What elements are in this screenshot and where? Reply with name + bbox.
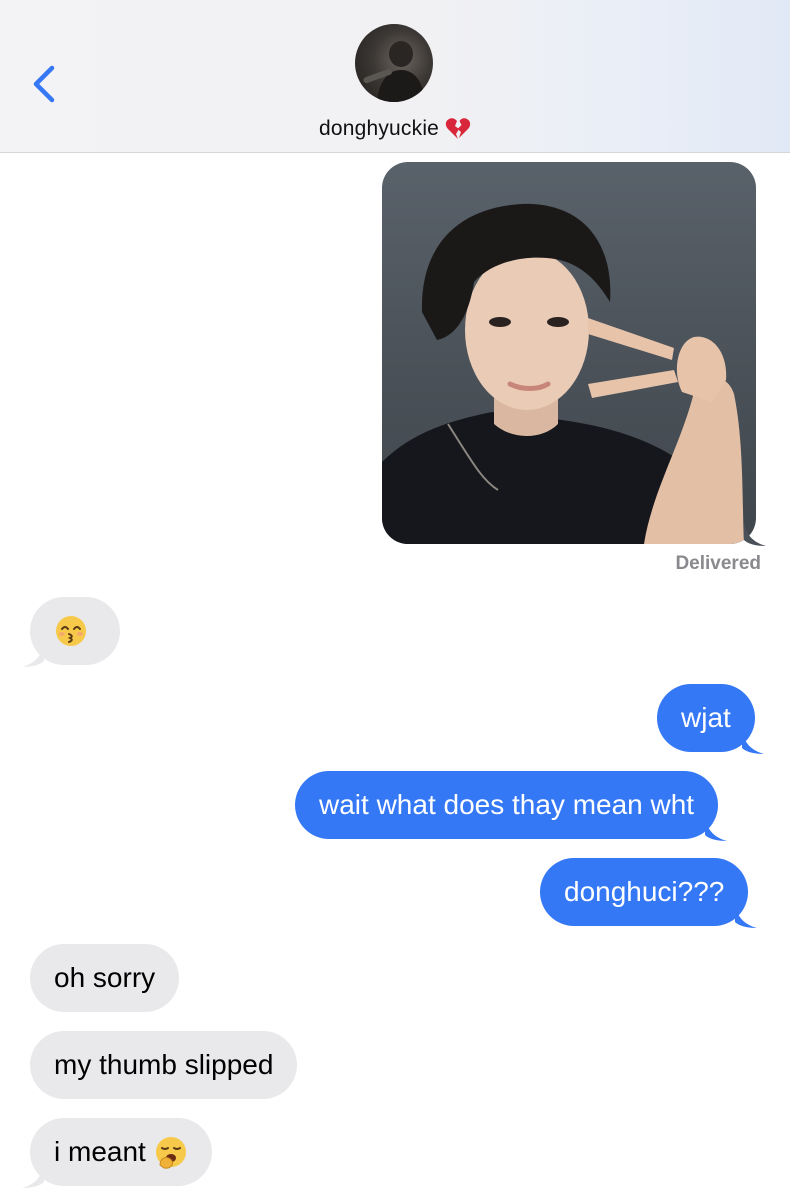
contact-name: donghyuckie <box>318 117 440 140</box>
kissing-smiling-eyes-emoji <box>54 614 88 648</box>
received-message[interactable]: i meant <box>22 1118 212 1188</box>
sent-photo-message[interactable] <box>382 162 766 546</box>
selfie-photo <box>382 162 756 544</box>
avatar-photo <box>363 41 425 102</box>
message-text: i meant <box>54 1136 146 1167</box>
back-button[interactable] <box>26 60 66 108</box>
bubble-tail <box>735 904 758 928</box>
bubble-tail <box>22 1164 44 1188</box>
sent-message[interactable]: wait what does thay mean wht <box>295 771 728 841</box>
message-text: my thumb slipped <box>54 1049 274 1080</box>
received-message[interactable]: oh sorry <box>30 944 180 1012</box>
bubble-tail <box>22 643 44 667</box>
conversation-header: donghyuckie <box>0 0 790 153</box>
sent-message[interactable]: donghuci??? <box>540 858 758 928</box>
bubble-tail <box>705 817 728 841</box>
message-text: donghuci??? <box>564 876 725 907</box>
yawning-face-emoji <box>154 1135 188 1169</box>
bubble-tail <box>744 522 766 546</box>
received-message-emoji[interactable] <box>22 597 120 667</box>
sent-message[interactable]: wjat <box>657 684 764 754</box>
bubble-tail <box>741 730 764 754</box>
message-text: wait what does thay mean wht <box>319 789 695 820</box>
chevron-left-icon <box>33 65 55 103</box>
contact-title[interactable]: donghyuckie <box>0 114 790 144</box>
message-text: oh sorry <box>54 962 156 993</box>
received-message[interactable]: my thumb slipped <box>30 1031 298 1099</box>
message-text: wjat <box>681 702 731 733</box>
contact-avatar[interactable] <box>355 24 433 102</box>
delivery-status: Delivered <box>675 553 761 574</box>
messages-screen: donghyuckie Delivered wjat wait what doe… <box>0 0 790 1200</box>
broken-heart-icon <box>445 117 471 141</box>
